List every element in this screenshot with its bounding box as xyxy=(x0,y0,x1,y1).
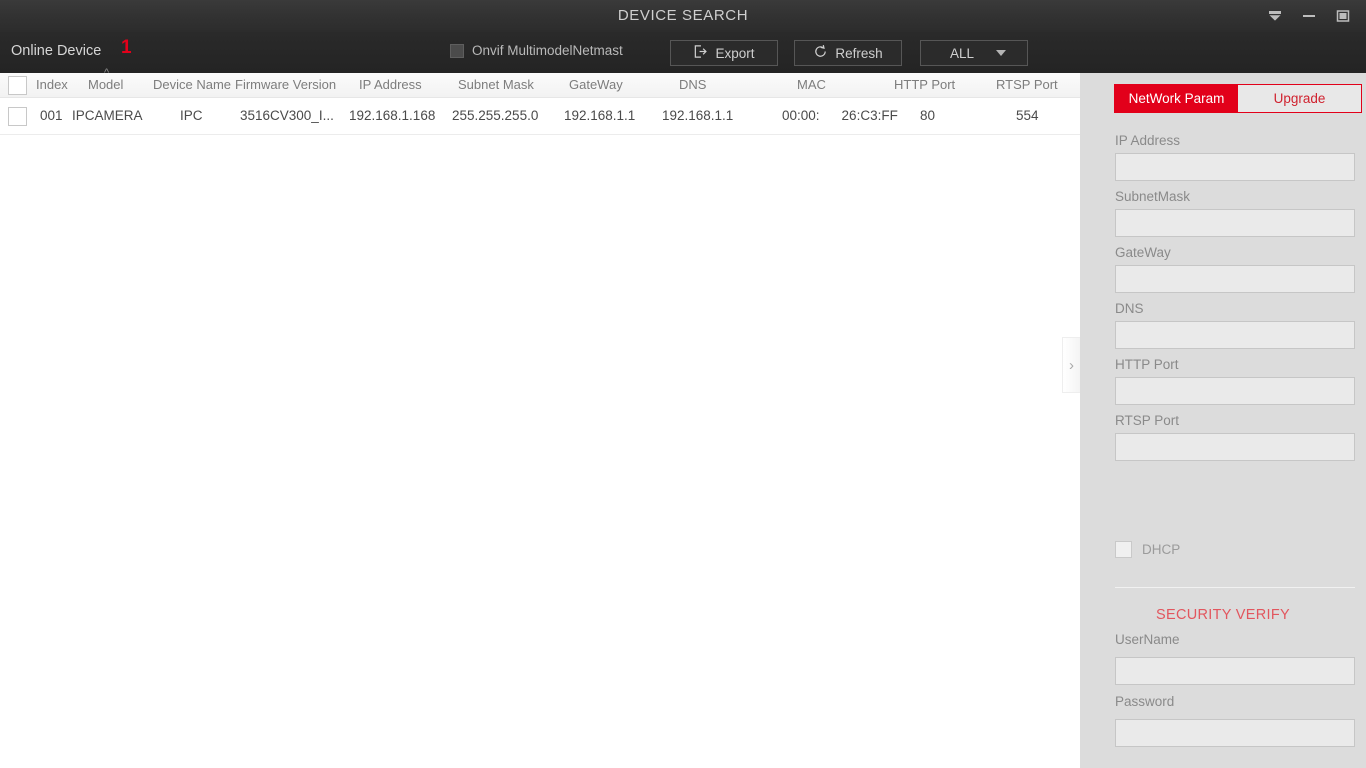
cell-index: 001 xyxy=(40,108,63,123)
online-device-count: 1 xyxy=(121,37,132,58)
cell-model: IPCAMERA xyxy=(72,108,143,123)
refresh-button[interactable]: Refresh xyxy=(794,40,902,66)
chevron-right-icon: › xyxy=(1069,356,1074,374)
cell-mac-prefix: 00:00: xyxy=(782,108,820,123)
security-verify-title: SECURITY VERIFY xyxy=(1156,607,1290,623)
panel-collapse-handle[interactable]: › xyxy=(1062,337,1080,393)
column-header-http-port[interactable]: HTTP Port xyxy=(894,73,955,97)
right-panel: NetWork Param Upgrade IP Address SubnetM… xyxy=(1080,73,1366,768)
column-header-gateway[interactable]: GateWay xyxy=(569,73,623,97)
maximize-button[interactable] xyxy=(1326,0,1360,32)
chevron-down-icon xyxy=(996,50,1007,56)
dhcp-checkbox[interactable] xyxy=(1115,541,1132,558)
window-title: DEVICE SEARCH xyxy=(617,7,749,24)
input-password[interactable] xyxy=(1115,719,1355,747)
input-ip-address[interactable] xyxy=(1115,153,1355,181)
collapse-down-button[interactable] xyxy=(1258,0,1292,32)
label-rtsp-port: RTSP Port xyxy=(1115,413,1180,428)
export-icon xyxy=(693,44,708,62)
label-username: UserName xyxy=(1115,632,1180,647)
minimize-button[interactable] xyxy=(1292,0,1326,32)
input-gateway[interactable] xyxy=(1115,265,1355,293)
cell-firmware-version: 3516CV300_I... xyxy=(240,108,334,123)
column-header-device-name[interactable]: Device Name xyxy=(153,73,231,97)
device-filter-value: ALL xyxy=(949,45,975,61)
device-filter-dropdown[interactable]: ALL xyxy=(920,40,1028,66)
device-search-window: DEVICE SEARCH Online Device 1 Onvif Mult… xyxy=(0,0,1366,768)
column-header-rtsp-port[interactable]: RTSP Port xyxy=(996,73,1058,97)
label-ip-address: IP Address xyxy=(1115,133,1181,148)
column-header-subnet-mask[interactable]: Subnet Mask xyxy=(458,73,534,97)
window-controls xyxy=(1258,0,1360,32)
table-header-row: ^ Index Model Device Name Firmware Versi… xyxy=(0,68,1080,98)
dhcp-label: DHCP xyxy=(1142,542,1181,557)
refresh-icon xyxy=(813,44,828,62)
label-http-port: HTTP Port xyxy=(1115,357,1179,372)
cell-dns: 192.168.1.1 xyxy=(662,108,734,123)
panel-divider xyxy=(1115,587,1355,588)
input-rtsp-port[interactable] xyxy=(1115,433,1355,461)
cell-http-port: 80 xyxy=(920,108,936,123)
input-http-port[interactable] xyxy=(1115,377,1355,405)
row-select-checkbox[interactable] xyxy=(8,107,27,126)
column-header-firmware-version[interactable]: Firmware Version xyxy=(235,73,336,97)
input-username[interactable] xyxy=(1115,657,1355,685)
cell-ip-address: 192.168.1.168 xyxy=(349,108,436,123)
device-table: ^ Index Model Device Name Firmware Versi… xyxy=(0,68,1080,768)
panel-tabs: NetWork Param Upgrade xyxy=(1114,84,1362,113)
export-label: Export xyxy=(715,45,755,61)
input-subnet-mask[interactable] xyxy=(1115,209,1355,237)
cell-mac-suffix: 26:C3:FF xyxy=(841,108,898,123)
title-bar: DEVICE SEARCH xyxy=(0,0,1366,32)
online-device-label: Online Device xyxy=(11,43,102,59)
onvif-multimodel-netmast-option[interactable]: Onvif MultimodelNetmast xyxy=(450,43,623,58)
refresh-label: Refresh xyxy=(835,45,883,61)
label-password: Password xyxy=(1115,694,1175,709)
onvif-checkbox[interactable] xyxy=(450,43,464,58)
column-header-mac[interactable]: MAC xyxy=(797,73,826,97)
cell-gateway: 192.168.1.1 xyxy=(564,108,636,123)
column-header-model[interactable]: Model xyxy=(88,73,123,97)
label-subnet-mask: SubnetMask xyxy=(1115,189,1191,204)
select-all-checkbox[interactable] xyxy=(8,76,27,95)
tab-upgrade[interactable]: Upgrade xyxy=(1238,85,1361,112)
export-button[interactable]: Export xyxy=(670,40,778,66)
label-dns: DNS xyxy=(1115,301,1144,316)
label-gateway: GateWay xyxy=(1115,245,1171,260)
dhcp-option[interactable]: DHCP xyxy=(1115,541,1180,558)
cell-rtsp-port: 554 xyxy=(1016,108,1039,123)
onvif-label: Onvif MultimodelNetmast xyxy=(472,43,623,58)
cell-subnet-mask: 255.255.255.0 xyxy=(452,108,539,123)
column-header-dns[interactable]: DNS xyxy=(679,73,706,97)
input-dns[interactable] xyxy=(1115,321,1355,349)
column-header-index[interactable]: Index xyxy=(36,73,68,97)
table-row[interactable]: 001 IPCAMERA IPC 3516CV300_I... 192.168.… xyxy=(0,98,1080,135)
cell-mac: 00:00: 26:C3:FF xyxy=(782,98,898,134)
tab-network-param[interactable]: NetWork Param xyxy=(1115,85,1238,112)
cell-device-name: IPC xyxy=(180,108,203,123)
column-header-ip-address[interactable]: IP Address xyxy=(359,73,422,97)
